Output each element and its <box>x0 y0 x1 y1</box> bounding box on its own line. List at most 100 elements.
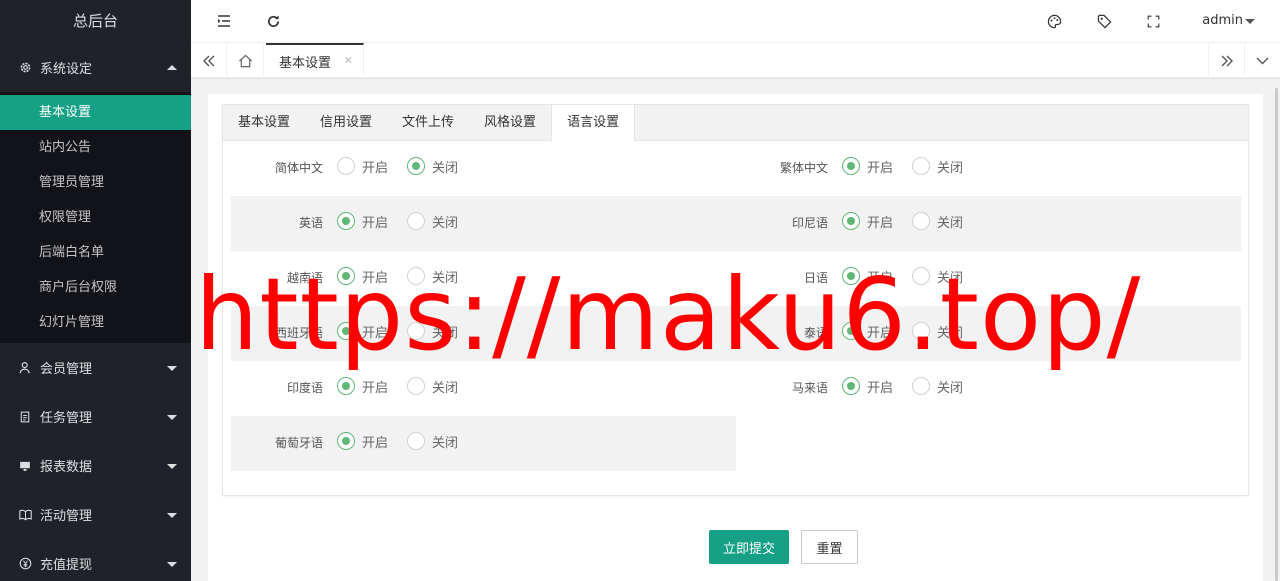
radio-on[interactable]: 开启 <box>337 156 388 176</box>
page-tab-current[interactable]: 基本设置 ✕ <box>266 43 364 78</box>
radio-on[interactable]: 开启 <box>337 376 388 396</box>
radio-circle-icon[interactable] <box>407 212 425 230</box>
radio-on[interactable]: 开启 <box>337 321 388 341</box>
caret-down-icon <box>167 512 177 518</box>
sidebar-item-merchant-permissions[interactable]: 商户后台权限 <box>0 270 191 305</box>
radio-on[interactable]: 开启 <box>842 156 893 176</box>
radio-circle-icon[interactable] <box>337 157 355 175</box>
home-icon[interactable] <box>228 43 264 78</box>
page-tab-label: 基本设置 <box>279 56 332 71</box>
radio-circle-icon[interactable] <box>337 267 355 285</box>
menu-fold-icon[interactable] <box>215 12 233 30</box>
radio-on[interactable]: 开启 <box>337 431 388 451</box>
scroll-right-icon[interactable] <box>1208 43 1244 78</box>
radio-off[interactable]: 关闭 <box>407 431 458 451</box>
radio-circle-icon[interactable] <box>842 157 860 175</box>
radio-label: 开启 <box>362 160 389 176</box>
radio-circle-icon[interactable] <box>337 377 355 395</box>
radio-circle-icon[interactable] <box>407 322 425 340</box>
radio-label: 开启 <box>362 325 389 341</box>
radio-circle-icon[interactable] <box>407 157 425 175</box>
radio-off[interactable]: 关闭 <box>407 376 458 396</box>
radio-on[interactable]: 开启 <box>337 211 388 231</box>
tab-upload[interactable]: 文件上传 <box>387 105 469 141</box>
tab-basic[interactable]: 基本设置 <box>223 105 305 141</box>
radio-on[interactable]: 开启 <box>337 266 388 286</box>
scroll-left-icon[interactable] <box>191 43 227 78</box>
fullscreen-icon[interactable] <box>1144 12 1162 30</box>
nav-head-recharge[interactable]: 充值提现 <box>0 539 191 581</box>
sidebar-item-permissions[interactable]: 权限管理 <box>0 200 191 235</box>
setting-row: 葡萄牙语 开启 关闭 <box>231 416 1241 471</box>
nav-head-reports[interactable]: 报表数据 <box>0 441 191 490</box>
radio-circle-icon[interactable] <box>912 212 930 230</box>
radio-off[interactable]: 关闭 <box>912 156 963 176</box>
radio-label: 关闭 <box>937 270 964 286</box>
tab-style[interactable]: 风格设置 <box>469 105 551 141</box>
caret-down-icon[interactable] <box>1245 19 1255 24</box>
radio-label: 关闭 <box>937 215 964 231</box>
language-label: 印度语 <box>286 381 323 395</box>
radio-on[interactable]: 开启 <box>842 321 893 341</box>
tab-credit[interactable]: 信用设置 <box>305 105 387 141</box>
nav-head-label: 充值提现 <box>40 558 93 573</box>
radio-label: 关闭 <box>937 325 964 341</box>
radio-circle-icon[interactable] <box>912 322 930 340</box>
nav-head-members[interactable]: 会员管理 <box>0 343 191 392</box>
user-menu[interactable]: admin <box>1202 13 1243 28</box>
radio-on[interactable]: 开启 <box>842 376 893 396</box>
tab-language[interactable]: 语言设置 <box>551 105 636 142</box>
radio-off[interactable]: 关闭 <box>407 211 458 231</box>
radio-on[interactable]: 开启 <box>842 211 893 231</box>
radio-circle-icon[interactable] <box>337 212 355 230</box>
radio-circle-icon[interactable] <box>842 212 860 230</box>
radio-circle-icon[interactable] <box>842 377 860 395</box>
reset-button[interactable]: 重置 <box>801 530 858 564</box>
setting-cell: 日语 开启 关闭 <box>736 251 1241 306</box>
setting-row: 西班牙语 开启 关闭 泰语 开启 关闭 <box>231 306 1241 361</box>
palette-icon[interactable] <box>1045 12 1063 30</box>
sidebar-item-whitelist[interactable]: 后端白名单 <box>0 235 191 270</box>
sidebar-logo: 总后台 <box>0 0 191 43</box>
top-header: admin <box>191 0 1280 43</box>
radio-circle-icon[interactable] <box>407 267 425 285</box>
chevron-down-icon[interactable] <box>1244 43 1280 78</box>
radio-off[interactable]: 关闭 <box>912 321 963 341</box>
page-tabbar: 基本设置 ✕ <box>191 43 1280 78</box>
radio-circle-icon[interactable] <box>842 322 860 340</box>
radio-circle-icon[interactable] <box>407 432 425 450</box>
radio-circle-icon[interactable] <box>912 267 930 285</box>
radio-label: 开启 <box>867 380 894 396</box>
nav-head-tasks[interactable]: 任务管理 <box>0 392 191 441</box>
caret-down-icon <box>167 561 177 567</box>
close-icon[interactable]: ✕ <box>344 54 353 67</box>
radio-label: 开启 <box>867 270 894 286</box>
radio-off[interactable]: 关闭 <box>407 266 458 286</box>
nav-head-activities[interactable]: 活动管理 <box>0 490 191 539</box>
sidebar-item-basic-settings[interactable]: 基本设置 <box>0 95 191 130</box>
radio-label: 关闭 <box>937 380 964 396</box>
radio-off[interactable]: 关闭 <box>407 321 458 341</box>
radio-circle-icon[interactable] <box>912 377 930 395</box>
nav-head-system[interactable]: 系统设定 <box>0 43 191 92</box>
sidebar-item-admin-management[interactable]: 管理员管理 <box>0 165 191 200</box>
sidebar-item-announcements[interactable]: 站内公告 <box>0 130 191 165</box>
radio-off[interactable]: 关闭 <box>912 266 963 286</box>
radio-circle-icon[interactable] <box>337 322 355 340</box>
caret-up-icon <box>167 64 177 70</box>
tag-icon[interactable] <box>1095 12 1113 30</box>
radio-circle-icon[interactable] <box>337 432 355 450</box>
scrollbar[interactable] <box>1275 88 1278 581</box>
submit-button[interactable]: 立即提交 <box>709 530 789 564</box>
language-label: 日语 <box>803 271 828 285</box>
radio-circle-icon[interactable] <box>407 377 425 395</box>
radio-circle-icon[interactable] <box>912 157 930 175</box>
radio-on[interactable]: 开启 <box>842 266 893 286</box>
radio-off[interactable]: 关闭 <box>912 211 963 231</box>
refresh-icon[interactable] <box>264 12 282 30</box>
radio-circle-icon[interactable] <box>842 267 860 285</box>
sidebar-item-slides[interactable]: 幻灯片管理 <box>0 305 191 340</box>
setting-row: 越南语 开启 关闭 日语 开启 关闭 <box>231 251 1241 306</box>
radio-off[interactable]: 关闭 <box>912 376 963 396</box>
radio-off[interactable]: 关闭 <box>407 156 458 176</box>
